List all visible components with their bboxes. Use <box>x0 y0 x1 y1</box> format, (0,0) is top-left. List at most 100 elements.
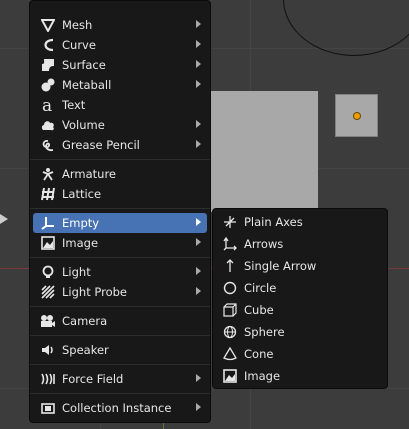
armature-icon <box>39 165 57 183</box>
plain-axes-icon <box>221 213 239 231</box>
add-menu: Mesh Curve Surface Metaball a Text Volum… <box>29 0 211 423</box>
image-icon <box>39 234 57 252</box>
plane-object[interactable] <box>196 91 318 212</box>
menu-item-mesh[interactable]: Mesh <box>33 15 207 35</box>
cube-icon <box>221 301 239 319</box>
menu-item-armature[interactable]: Armature <box>33 164 207 184</box>
submenu-arrow-icon <box>196 374 201 382</box>
menu-separator <box>30 208 210 209</box>
menu-separator <box>30 257 210 258</box>
menu-item-label: Grease Pencil <box>62 138 140 152</box>
submenu-arrow-icon <box>196 238 201 246</box>
menu-item-camera[interactable]: Camera <box>33 311 207 331</box>
submenu-arrow-icon <box>196 60 201 68</box>
submenu-item-cone[interactable]: Cone <box>216 344 384 364</box>
menu-item-speaker[interactable]: Speaker <box>33 340 207 360</box>
menu-item-label: Metaball <box>62 78 112 92</box>
submenu-item-label: Arrows <box>244 237 284 251</box>
menu-item-force-field[interactable]: Force Field <box>33 369 207 389</box>
light-probe-icon <box>39 283 57 301</box>
submenu-arrow-icon <box>196 40 201 48</box>
menu-item-collection-instance[interactable]: Collection Instance <box>33 398 207 418</box>
menu-separator <box>30 364 210 365</box>
surface-icon <box>39 56 57 74</box>
submenu-item-label: Single Arrow <box>244 259 317 273</box>
menu-item-surface[interactable]: Surface <box>33 55 207 75</box>
menu-item-label: Armature <box>62 167 116 181</box>
menu-item-text[interactable]: a Text <box>33 95 207 115</box>
submenu-item-image[interactable]: Image <box>216 366 384 386</box>
submenu-item-cube[interactable]: Cube <box>216 300 384 320</box>
menu-item-curve[interactable]: Curve <box>33 35 207 55</box>
metaball-icon <box>39 76 57 94</box>
empty-icon <box>39 214 57 232</box>
menu-item-label: Collection Instance <box>62 401 172 415</box>
speaker-icon <box>39 341 57 359</box>
circle-icon <box>221 279 239 297</box>
mesh-cone-icon <box>39 16 57 34</box>
menu-item-label: Light <box>62 265 91 279</box>
menu-item-light[interactable]: Light <box>33 262 207 282</box>
sphere-icon <box>221 323 239 341</box>
menu-item-metaball[interactable]: Metaball <box>33 75 207 95</box>
curve-icon <box>39 36 57 54</box>
svg-text:a: a <box>42 97 52 113</box>
submenu-item-label: Circle <box>244 281 277 295</box>
submenu-arrow-icon <box>196 140 201 148</box>
menu-item-empty[interactable]: Empty <box>33 213 207 233</box>
submenu-item-label: Sphere <box>244 325 285 339</box>
empty-submenu: Plain Axes Arrows Single Arrow Circle Cu… <box>212 208 388 389</box>
submenu-item-arrows[interactable]: Arrows <box>216 234 384 254</box>
menu-separator <box>30 306 210 307</box>
single-arrow-icon <box>221 257 239 275</box>
menu-item-grease-pencil[interactable]: Grease Pencil <box>33 135 207 155</box>
submenu-item-label: Cube <box>244 303 274 317</box>
menu-item-image[interactable]: Image <box>33 233 207 253</box>
menu-item-volume[interactable]: Volume <box>33 115 207 135</box>
arrows-icon <box>221 235 239 253</box>
submenu-item-label: Cone <box>244 347 274 361</box>
image-icon <box>221 367 239 385</box>
submenu-item-single-arrow[interactable]: Single Arrow <box>216 256 384 276</box>
menu-item-lattice[interactable]: Lattice <box>33 184 207 204</box>
menu-item-label: Image <box>62 236 99 250</box>
menu-separator <box>30 159 210 160</box>
submenu-arrow-icon <box>196 80 201 88</box>
submenu-item-label: Plain Axes <box>244 215 303 229</box>
submenu-arrow-icon <box>196 20 201 28</box>
menu-item-label: Camera <box>62 314 108 328</box>
region-toggle-icon[interactable] <box>0 214 8 224</box>
submenu-item-sphere[interactable]: Sphere <box>216 322 384 342</box>
text-icon: a <box>39 96 57 114</box>
menu-item-label: Light Probe <box>62 285 127 299</box>
menu-item-label: Empty <box>62 216 100 230</box>
menu-item-label: Surface <box>62 58 106 72</box>
submenu-item-circle[interactable]: Circle <box>216 278 384 298</box>
cone-icon <box>221 345 239 363</box>
menu-item-label: Lattice <box>62 187 102 201</box>
grease-pencil-icon <box>39 136 57 154</box>
menu-item-light-probe[interactable]: Light Probe <box>33 282 207 302</box>
menu-item-label: Curve <box>62 38 96 52</box>
camera-icon <box>39 312 57 330</box>
menu-item-label: Mesh <box>62 18 93 32</box>
menu-separator <box>30 335 210 336</box>
submenu-arrow-icon <box>196 403 201 411</box>
submenu-item-plain-axes[interactable]: Plain Axes <box>216 212 384 232</box>
submenu-arrow-icon <box>196 287 201 295</box>
menu-item-label: Volume <box>62 118 105 132</box>
force-field-icon <box>39 370 57 388</box>
submenu-item-label: Image <box>244 369 281 383</box>
submenu-arrow-icon <box>196 267 201 275</box>
submenu-arrow-icon <box>196 120 201 128</box>
volume-icon <box>39 116 57 134</box>
submenu-arrow-icon <box>196 218 201 226</box>
lattice-icon <box>39 185 57 203</box>
light-icon <box>39 263 57 281</box>
menu-item-label: Force Field <box>62 372 124 386</box>
menu-item-label: Text <box>62 98 86 112</box>
menu-item-label: Speaker <box>62 343 109 357</box>
menu-separator <box>30 393 210 394</box>
collection-icon <box>39 399 57 417</box>
object-origin <box>353 112 361 120</box>
